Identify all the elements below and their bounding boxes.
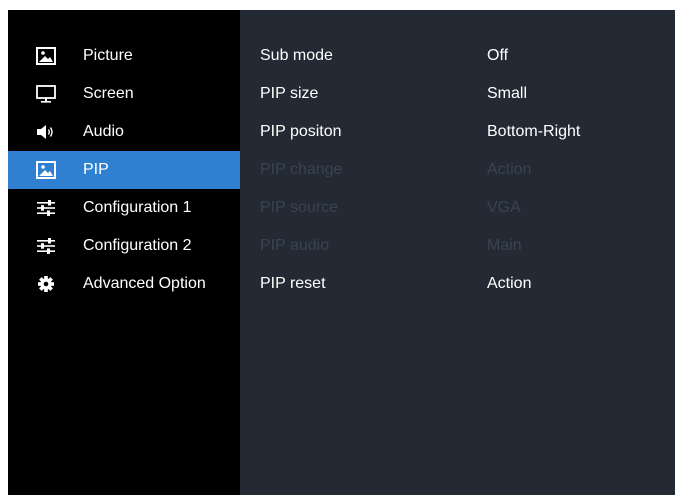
sliders-icon — [36, 199, 56, 217]
sidebar-item-pip[interactable]: PIP — [8, 151, 240, 189]
sidebar-item-configuration-1[interactable]: Configuration 1 — [8, 189, 240, 227]
setting-name: PIP positon — [260, 123, 342, 140]
setting-value: Off — [487, 47, 509, 64]
setting-value: Small — [487, 85, 528, 102]
osd-menu: Picture Screen Audio PIP Configuration 1… — [8, 10, 675, 495]
setting-name: PIP size — [260, 85, 319, 102]
sliders-icon — [36, 237, 56, 255]
sidebar-item-label: Audio — [83, 123, 124, 140]
sidebar-item-label: PIP — [83, 161, 109, 178]
sidebar-item-label: Picture — [83, 47, 133, 64]
sidebar-item-configuration-2[interactable]: Configuration 2 — [8, 227, 240, 265]
sidebar: Picture Screen Audio PIP Configuration 1… — [8, 10, 240, 495]
setting-row-pip-audio: PIP audio Main — [240, 227, 675, 265]
setting-value: Action — [487, 275, 532, 292]
sidebar-item-label: Advanced Option — [83, 275, 206, 292]
sidebar-item-audio[interactable]: Audio — [8, 113, 240, 151]
setting-value: Action — [487, 161, 532, 178]
setting-name: PIP source — [260, 199, 338, 216]
setting-row-pip-reset[interactable]: PIP reset Action — [240, 265, 675, 303]
gear-icon — [36, 275, 56, 293]
setting-name: PIP audio — [260, 237, 330, 254]
sidebar-item-picture[interactable]: Picture — [8, 37, 240, 75]
setting-name: PIP change — [260, 161, 343, 178]
setting-row-sub-mode[interactable]: Sub mode Off — [240, 37, 675, 75]
setting-value: Bottom-Right — [487, 123, 581, 140]
monitor-icon — [36, 85, 56, 103]
settings-panel: Sub mode Off PIP size Small PIP positon … — [240, 10, 675, 495]
speaker-icon — [36, 123, 56, 141]
setting-row-pip-size[interactable]: PIP size Small — [240, 75, 675, 113]
sidebar-item-label: Screen — [83, 85, 134, 102]
sidebar-item-advanced-option[interactable]: Advanced Option — [8, 265, 240, 303]
sidebar-item-label: Configuration 1 — [83, 199, 192, 216]
setting-name: PIP reset — [260, 275, 326, 292]
setting-value: VGA — [487, 199, 521, 216]
setting-row-pip-position[interactable]: PIP positon Bottom-Right — [240, 113, 675, 151]
sidebar-list: Picture Screen Audio PIP Configuration 1… — [8, 37, 240, 303]
setting-value: Main — [487, 237, 522, 254]
setting-row-pip-source: PIP source VGA — [240, 189, 675, 227]
picture-icon — [36, 47, 56, 65]
picture-icon — [36, 161, 56, 179]
sidebar-item-screen[interactable]: Screen — [8, 75, 240, 113]
setting-row-pip-change: PIP change Action — [240, 151, 675, 189]
settings-list: Sub mode Off PIP size Small PIP positon … — [240, 37, 675, 303]
sidebar-item-label: Configuration 2 — [83, 237, 192, 254]
setting-name: Sub mode — [260, 47, 333, 64]
